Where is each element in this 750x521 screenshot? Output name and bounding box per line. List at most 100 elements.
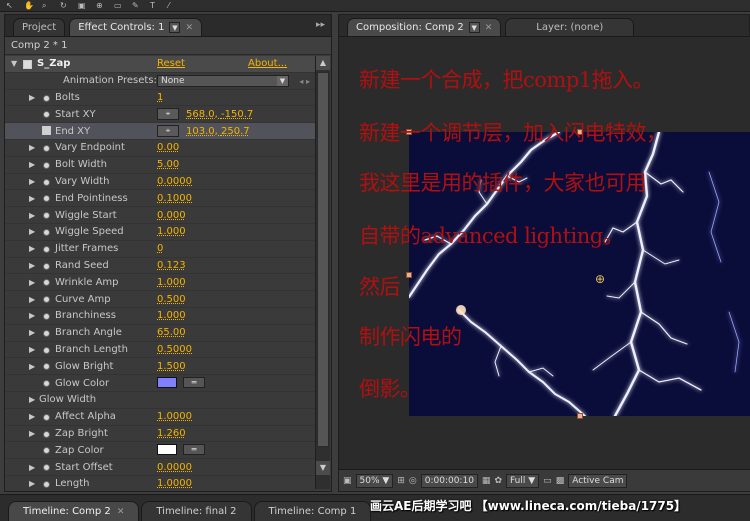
y-value[interactable]: 250.7 bbox=[221, 126, 250, 137]
expand-triangle-icon[interactable]: ▶ bbox=[29, 362, 35, 371]
anchor-point-icon[interactable]: ⊕ bbox=[595, 272, 605, 286]
param-value[interactable]: 1 bbox=[157, 92, 163, 103]
param-value[interactable]: 0.0000 bbox=[157, 176, 192, 187]
scroll-down-icon[interactable]: ▼ bbox=[316, 461, 330, 475]
selection-handle[interactable] bbox=[577, 413, 583, 419]
param-value[interactable]: 0 bbox=[157, 243, 163, 254]
stopwatch-icon[interactable] bbox=[43, 279, 50, 287]
param-value[interactable]: 0.00 bbox=[157, 142, 179, 153]
expand-triangle-icon[interactable]: ▶ bbox=[29, 261, 35, 270]
stopwatch-icon[interactable] bbox=[43, 380, 50, 388]
tab-dropdown-icon[interactable]: ▼ bbox=[169, 22, 181, 33]
stopwatch-icon[interactable] bbox=[43, 312, 50, 320]
tab-effect-controls[interactable]: Effect Controls: 1 ▼ ✕ bbox=[69, 18, 202, 36]
expand-triangle-icon[interactable]: ▶ bbox=[29, 278, 35, 287]
expand-triangle-icon[interactable]: ▶ bbox=[29, 412, 35, 421]
tab-dropdown-icon[interactable]: ▼ bbox=[468, 22, 480, 33]
param-row-rand-seed[interactable]: ▶ Rand Seed 0.123 bbox=[5, 258, 315, 275]
param-row-branch-length[interactable]: ▶ Branch Length 0.5000 bbox=[5, 342, 315, 359]
param-value[interactable]: 65.00 bbox=[157, 327, 186, 338]
tab-project[interactable]: Project bbox=[13, 18, 66, 36]
stopwatch-icon[interactable] bbox=[43, 94, 50, 102]
tab-timeline-comp-2[interactable]: Timeline: Comp 2 ✕ bbox=[8, 501, 140, 521]
tab-composition[interactable]: Composition: Comp 2 ▼ ✕ bbox=[347, 18, 502, 36]
param-row-curve-amp[interactable]: ▶ Curve Amp 0.500 bbox=[5, 291, 315, 308]
param-row-start-xy[interactable]: Start XY ⌖ 568.0, -150.7 bbox=[5, 106, 315, 124]
expand-triangle-icon[interactable]: ▶ bbox=[29, 227, 35, 236]
presets-select[interactable]: None ▼ ◂ ▸ bbox=[157, 74, 310, 87]
pen-tool-icon[interactable]: ✎ bbox=[132, 1, 142, 10]
stopwatch-icon[interactable] bbox=[43, 480, 50, 488]
safe-zones-icon[interactable]: ⊞ bbox=[397, 476, 405, 486]
stopwatch-icon[interactable] bbox=[43, 245, 50, 253]
expand-triangle-icon[interactable]: ▶ bbox=[29, 143, 35, 152]
param-value[interactable]: 568.0, -150.7 bbox=[186, 109, 253, 120]
text-tool-icon[interactable]: T bbox=[150, 1, 160, 10]
stopwatch-icon[interactable] bbox=[43, 447, 50, 455]
stopwatch-icon[interactable] bbox=[43, 430, 50, 438]
always-preview-icon[interactable]: ▣ bbox=[343, 476, 352, 486]
expand-triangle-icon[interactable]: ▶ bbox=[29, 328, 35, 337]
tab-timeline-final-2[interactable]: Timeline: final 2 bbox=[141, 501, 252, 521]
param-value[interactable]: 1.500 bbox=[157, 361, 186, 372]
expand-triangle-icon[interactable]: ▶ bbox=[29, 244, 35, 253]
stopwatch-icon[interactable] bbox=[43, 212, 50, 220]
expand-triangle-icon[interactable]: ▶ bbox=[29, 395, 35, 404]
expand-triangle-icon[interactable]: ▶ bbox=[29, 177, 35, 186]
param-row-glow-width[interactable]: ▶ Glow Width bbox=[5, 392, 315, 409]
composition-viewer[interactable]: ⊕ 新建一个合成，把comp1拖入。 新建一个调节层，加入闪电特效， 我这里是用… bbox=[339, 37, 750, 471]
camera-snapshot-icon[interactable]: ◎ bbox=[409, 476, 417, 486]
expand-triangle-icon[interactable]: ▼ bbox=[11, 59, 17, 68]
stopwatch-icon[interactable] bbox=[43, 195, 50, 203]
preset-nav-icon[interactable]: ◂ ▸ bbox=[299, 76, 310, 87]
stopwatch-icon[interactable] bbox=[43, 178, 50, 186]
scroll-up-icon[interactable]: ▲ bbox=[316, 56, 330, 70]
param-value[interactable]: 103.0, 250.7 bbox=[186, 126, 250, 137]
expand-triangle-icon[interactable]: ▶ bbox=[29, 345, 35, 354]
param-value[interactable]: 1.000 bbox=[157, 226, 186, 237]
close-icon[interactable]: ✕ bbox=[185, 23, 193, 33]
param-value[interactable]: 1.0000 bbox=[157, 411, 192, 422]
param-value[interactable]: 0.0000 bbox=[157, 462, 192, 473]
y-value[interactable]: -150.7 bbox=[221, 109, 253, 120]
param-value[interactable]: 0.123 bbox=[157, 260, 186, 271]
color-channels-icon[interactable]: ✿ bbox=[494, 476, 502, 486]
effect-header-row[interactable]: ▼ S_Zap Reset About... bbox=[5, 56, 315, 73]
region-of-interest-icon[interactable]: ▭ bbox=[543, 476, 552, 486]
expand-triangle-icon[interactable]: ▶ bbox=[29, 479, 35, 488]
stopwatch-icon[interactable] bbox=[43, 144, 50, 152]
param-row-glow-color[interactable]: Glow Color ═ bbox=[5, 375, 315, 392]
stopwatch-icon[interactable] bbox=[43, 363, 50, 371]
stopwatch-icon[interactable] bbox=[43, 262, 50, 270]
transparency-grid-icon[interactable]: ▩ bbox=[556, 476, 565, 486]
rect-tool-icon[interactable]: ▭ bbox=[114, 1, 124, 10]
expand-triangle-icon[interactable]: ▶ bbox=[29, 429, 35, 438]
hand-tool-icon[interactable]: ✋ bbox=[24, 1, 34, 10]
close-icon[interactable]: ✕ bbox=[485, 23, 493, 33]
param-value[interactable]: 0.1000 bbox=[157, 193, 192, 204]
stopwatch-icon[interactable] bbox=[43, 413, 50, 421]
param-row-glow-bright[interactable]: ▶ Glow Bright 1.500 bbox=[5, 358, 315, 376]
stopwatch-icon[interactable] bbox=[43, 346, 50, 354]
pan-tool-icon[interactable]: ⊕ bbox=[96, 1, 106, 10]
x-value[interactable]: 568.0 bbox=[186, 109, 215, 120]
param-row-zap-color[interactable]: Zap Color ═ bbox=[5, 442, 315, 460]
param-value[interactable]: 0.5000 bbox=[157, 344, 192, 355]
param-row-end-xy[interactable]: End XY ⌖ 103.0, 250.7 bbox=[5, 123, 315, 140]
param-row-vary-width[interactable]: ▶ Vary Width 0.0000 bbox=[5, 174, 315, 191]
expand-triangle-icon[interactable]: ▶ bbox=[29, 160, 35, 169]
param-value[interactable]: 5.00 bbox=[157, 159, 179, 170]
param-value[interactable]: 0.000 bbox=[157, 210, 186, 221]
camera-tool-icon[interactable]: ▣ bbox=[78, 1, 88, 10]
param-row-wiggle-start[interactable]: ▶ Wiggle Start 0.000 bbox=[5, 207, 315, 224]
param-value[interactable]: 0.500 bbox=[157, 294, 186, 305]
crosshair-button-icon[interactable]: ⌖ bbox=[157, 108, 179, 121]
eyedropper-icon[interactable]: ═ bbox=[183, 444, 205, 456]
timecode-field[interactable]: 0:00:00:10 bbox=[420, 473, 478, 488]
param-row-branch-angle[interactable]: ▶ Branch Angle 65.00 bbox=[5, 325, 315, 342]
param-row-length[interactable]: ▶ Length 1.0000 bbox=[5, 476, 315, 491]
properties-scrollbar[interactable]: ▲ ▼ bbox=[315, 56, 330, 489]
stopwatch-icon[interactable] bbox=[43, 161, 50, 169]
x-value[interactable]: 103.0 bbox=[186, 126, 215, 137]
panel-menu-icon[interactable]: ▸▸ bbox=[316, 20, 325, 30]
